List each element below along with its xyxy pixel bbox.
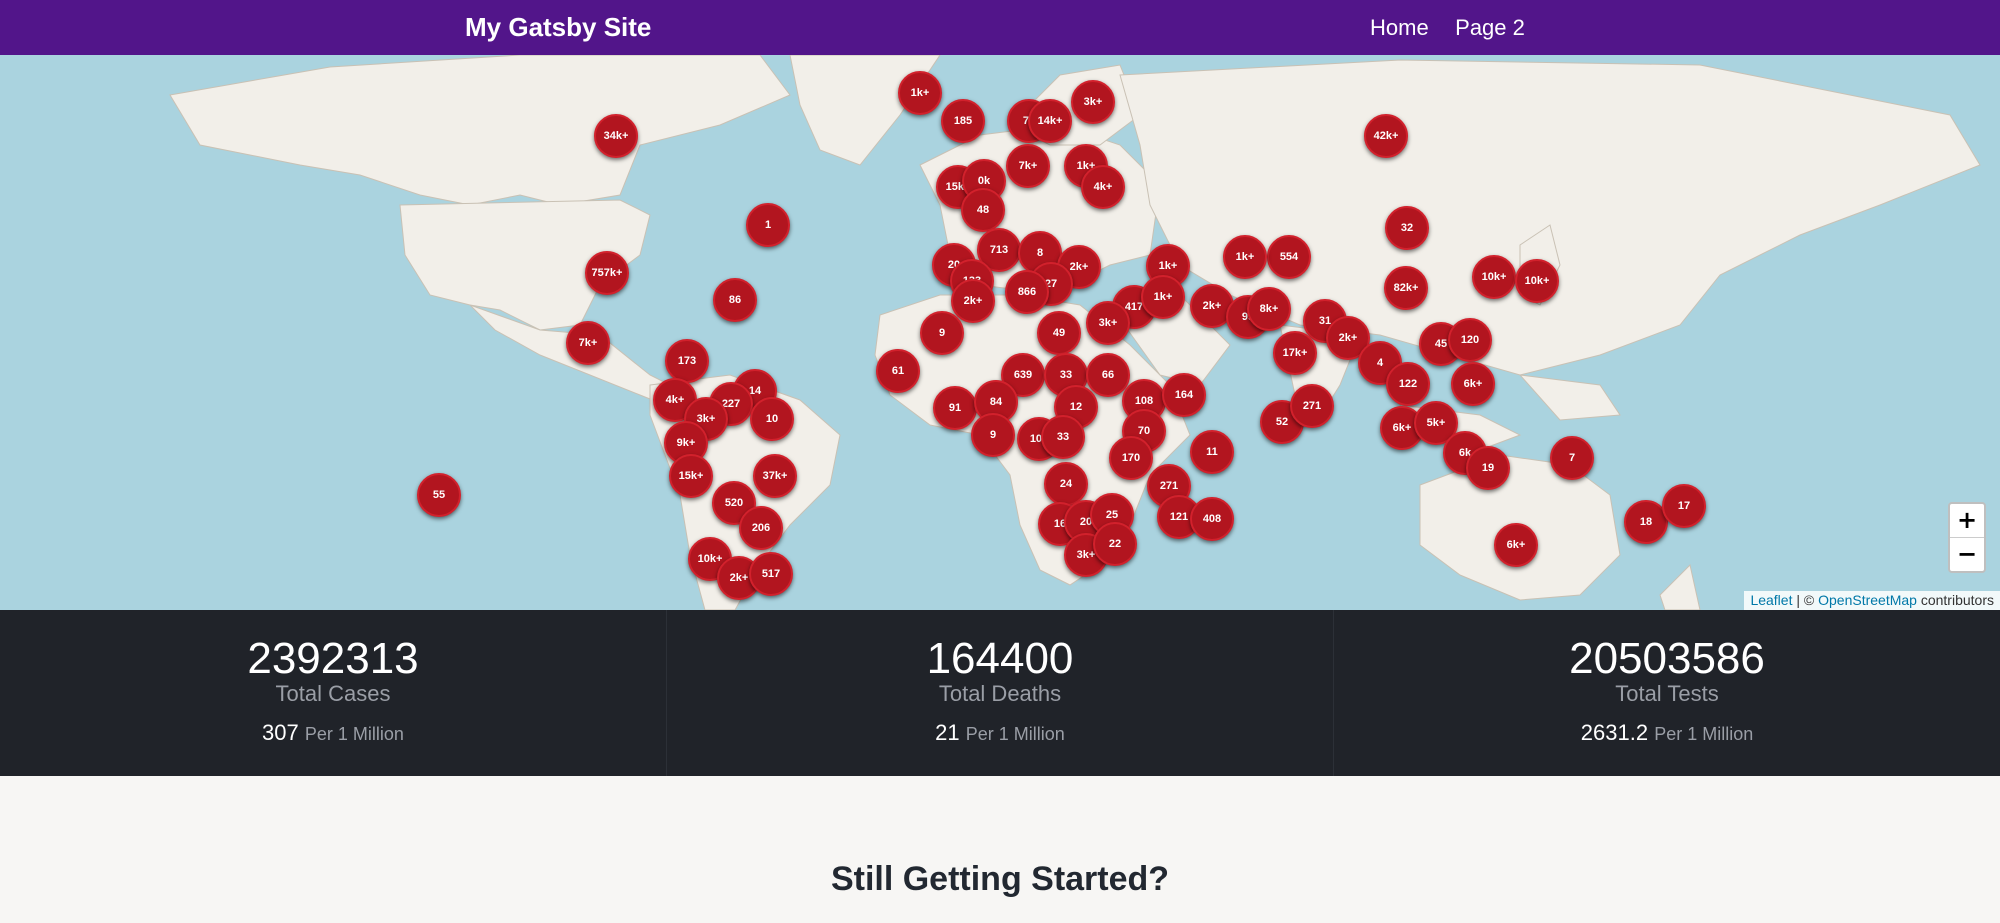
case-cluster-marker[interactable]: 91 (933, 386, 977, 430)
case-cluster-marker[interactable]: 22 (1093, 522, 1137, 566)
case-cluster-marker[interactable]: 120 (1448, 318, 1492, 362)
attribution-separator: | © (1792, 592, 1819, 608)
stat-label: Total Deaths (938, 681, 1062, 706)
case-cluster-marker[interactable]: 17 (1662, 484, 1706, 528)
section-heading: Still Getting Started? (830, 860, 1170, 898)
case-cluster-marker[interactable]: 10k+ (1515, 259, 1559, 303)
world-map[interactable]: 1k+1857k14k+3k+34k+42k+7k+1k+15k+0k4k+48… (0, 55, 2000, 610)
case-cluster-marker[interactable]: 42k+ (1364, 114, 1408, 158)
site-title-link[interactable]: My Gatsby Site (465, 0, 651, 55)
case-cluster-marker[interactable]: 3k+ (1086, 301, 1130, 345)
per-million-unit: Per 1 Million (965, 724, 1065, 744)
case-cluster-marker[interactable]: 517 (749, 552, 793, 596)
case-cluster-marker[interactable]: 408 (1190, 497, 1234, 541)
case-cluster-marker[interactable]: 37k+ (753, 454, 797, 498)
case-cluster-marker[interactable]: 7k+ (566, 321, 610, 365)
zoom-out-button[interactable]: − (1950, 537, 1984, 571)
case-cluster-marker[interactable]: 19 (1466, 446, 1510, 490)
case-cluster-marker[interactable]: 3k+ (1071, 80, 1115, 124)
case-cluster-marker[interactable]: 48 (961, 188, 1005, 232)
case-cluster-marker[interactable]: 55 (417, 473, 461, 517)
case-cluster-marker[interactable]: 14k+ (1028, 99, 1072, 143)
case-cluster-marker[interactable]: 82k+ (1384, 266, 1428, 310)
site-header: My Gatsby Site Home Page 2 (0, 0, 2000, 55)
case-cluster-marker[interactable]: 554 (1267, 235, 1311, 279)
case-cluster-marker[interactable]: 7 (1550, 436, 1594, 480)
stat-label: Total Tests (1615, 681, 1719, 706)
case-cluster-marker[interactable]: 6k+ (1451, 362, 1495, 406)
case-cluster-marker[interactable]: 1k+ (1223, 235, 1267, 279)
per-million-value: 21 (935, 720, 960, 745)
stats-bar: 2392313 Total Cases 307 Per 1 Million 16… (0, 610, 2000, 776)
nav-home-link[interactable]: Home (1370, 15, 1429, 40)
case-cluster-marker[interactable]: 49 (1037, 311, 1081, 355)
case-cluster-marker[interactable]: 271 (1290, 384, 1334, 428)
case-cluster-marker[interactable]: 8k+ (1247, 287, 1291, 331)
per-million-value: 307 (262, 720, 299, 745)
case-cluster-marker[interactable]: 173 (665, 339, 709, 383)
per-million-unit: Per 1 Million (1654, 724, 1754, 744)
attribution-contributors: contributors (1916, 592, 1994, 608)
zoom-control: + − (1948, 502, 1986, 573)
case-cluster-marker[interactable]: 757k+ (585, 251, 629, 295)
case-cluster-marker[interactable]: 9 (971, 413, 1015, 457)
case-cluster-marker[interactable]: 164 (1162, 373, 1206, 417)
case-cluster-marker[interactable]: 11 (1190, 430, 1234, 474)
case-cluster-marker[interactable]: 9 (920, 311, 964, 355)
case-cluster-marker[interactable]: 17k+ (1273, 331, 1317, 375)
stat-per-million: 2631.2 Per 1 Million (1334, 720, 2000, 746)
case-cluster-marker[interactable]: 206 (739, 506, 783, 550)
stat-value: 20503586 (1569, 634, 1765, 683)
stat-label: Total Cases (275, 681, 391, 706)
case-cluster-marker[interactable]: 2k+ (951, 279, 995, 323)
stat-total-deaths: 164400 Total Deaths 21 Per 1 Million (667, 610, 1333, 746)
case-cluster-marker[interactable]: 33 (1041, 415, 1085, 459)
main-nav: Home Page 2 (1370, 0, 1547, 58)
nav-page2-link[interactable]: Page 2 (1455, 15, 1525, 40)
case-cluster-marker[interactable]: 1k+ (898, 71, 942, 115)
case-cluster-marker[interactable]: 185 (941, 99, 985, 143)
zoom-in-button[interactable]: + (1950, 504, 1984, 537)
leaflet-link[interactable]: Leaflet (1750, 592, 1792, 608)
per-million-unit: Per 1 Million (304, 724, 404, 744)
case-cluster-marker[interactable]: 1 (746, 203, 790, 247)
case-cluster-marker[interactable]: 10k+ (1472, 255, 1516, 299)
case-cluster-marker[interactable]: 32 (1385, 206, 1429, 250)
case-cluster-marker[interactable]: 6k+ (1494, 523, 1538, 567)
map-attribution: Leaflet | © OpenStreetMap contributors (1744, 591, 2000, 610)
case-cluster-marker[interactable]: 10 (750, 397, 794, 441)
stat-value: 164400 (926, 634, 1074, 683)
stat-total-cases: 2392313 Total Cases 307 Per 1 Million (0, 610, 666, 746)
map-land-layer (169, 55, 1981, 610)
case-cluster-marker[interactable]: 86 (713, 278, 757, 322)
case-cluster-marker[interactable]: 866 (1005, 270, 1049, 314)
case-cluster-marker[interactable]: 34k+ (594, 114, 638, 158)
per-million-value: 2631.2 (1580, 720, 1649, 745)
case-cluster-marker[interactable]: 1k+ (1141, 275, 1185, 319)
stat-per-million: 307 Per 1 Million (0, 720, 666, 746)
case-cluster-marker[interactable]: 170 (1109, 436, 1153, 480)
stat-total-tests: 20503586 Total Tests 2631.2 Per 1 Millio… (1334, 610, 2000, 746)
case-cluster-marker[interactable]: 15k+ (669, 454, 713, 498)
case-cluster-marker[interactable]: 61 (876, 349, 920, 393)
case-cluster-marker[interactable]: 7k+ (1006, 144, 1050, 188)
stat-per-million: 21 Per 1 Million (667, 720, 1333, 746)
osm-link[interactable]: OpenStreetMap (1818, 592, 1917, 608)
case-cluster-marker[interactable]: 122 (1386, 362, 1430, 406)
case-cluster-marker[interactable]: 4k+ (1081, 165, 1125, 209)
stat-value: 2392313 (247, 634, 419, 683)
